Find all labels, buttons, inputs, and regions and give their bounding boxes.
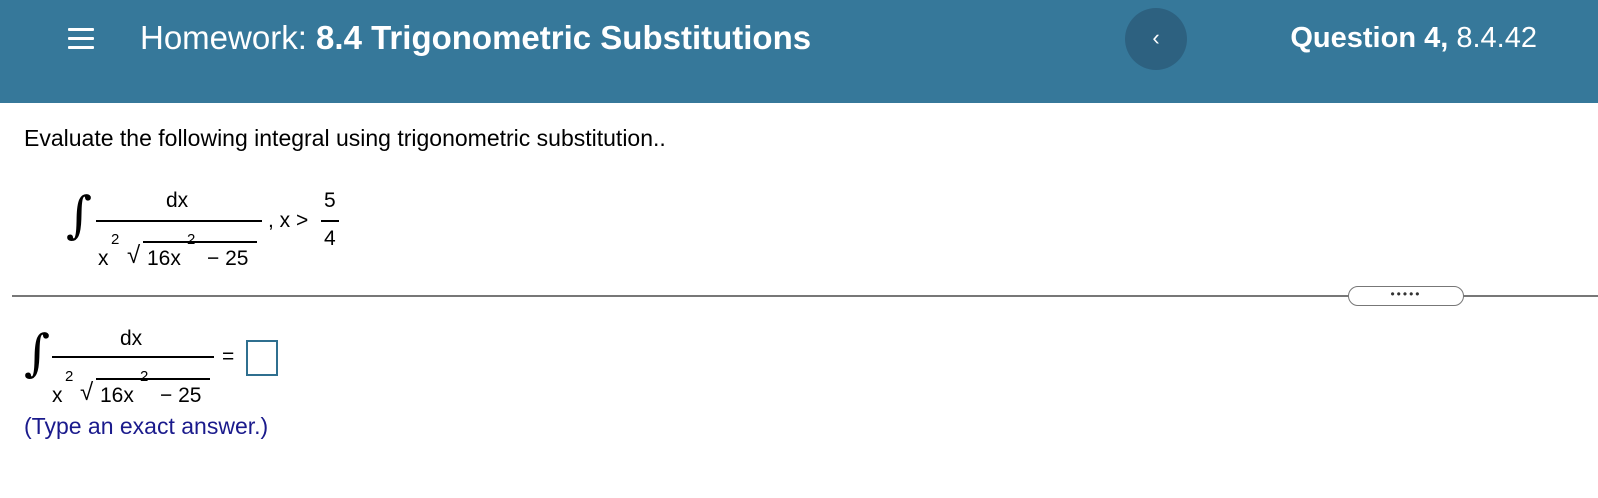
answer-equals-sign: = — [222, 345, 235, 368]
chevron-left-icon: ‹ — [1152, 25, 1160, 50]
problem-x-exponent: 2 — [111, 231, 120, 248]
answer-integral-sign: ∫ — [24, 324, 51, 382]
previous-question-button[interactable]: ‹ — [1125, 8, 1187, 70]
problem-radicand-term: 16x — [147, 247, 181, 270]
answer-x: x — [52, 384, 63, 407]
homework-prefix: Homework: — [140, 19, 307, 56]
problem-fraction-bar — [96, 220, 262, 222]
problem-radical-sign: √ — [127, 242, 141, 269]
answer-radical-bar — [96, 378, 210, 380]
answer-radical-sign: √ — [80, 379, 94, 406]
problem-radical-bar — [143, 241, 257, 243]
problem-bound-numerator: 5 — [324, 189, 336, 212]
question-number: Question 4, — [1290, 22, 1449, 54]
problem-condition: , x > — [268, 209, 309, 232]
answer-x-exponent: 2 — [65, 368, 74, 385]
homework-title: Homework: 8.4 Trigonometric Substitution… — [140, 18, 811, 58]
header-bar: Homework: 8.4 Trigonometric Substitution… — [0, 0, 1598, 103]
problem-bound-denominator: 4 — [324, 227, 336, 250]
answer-radicand-exponent: 2 — [140, 368, 149, 385]
answer-fraction-bar — [52, 356, 214, 358]
problem-radicand-exponent: 2 — [187, 231, 196, 248]
answer-numerator: dx — [120, 327, 143, 350]
problem-x: x — [98, 247, 109, 270]
question-id: 8.4.42 — [1456, 22, 1537, 54]
problem-integral-sign: ∫ — [66, 186, 93, 244]
homework-name: 8.4 Trigonometric Substitutions — [316, 19, 812, 56]
answer-radicand-constant: − 25 — [160, 384, 202, 407]
instructions-text: Evaluate the following integral using tr… — [24, 125, 666, 151]
problem-numerator: dx — [166, 189, 189, 212]
answer-hint: (Type an exact answer.) — [24, 413, 269, 439]
menu-icon[interactable] — [66, 24, 96, 52]
answer-input[interactable] — [246, 340, 278, 376]
question-indicator: Question 4, 8.4.42 — [1290, 20, 1537, 56]
answer-radicand-term: 16x — [100, 384, 134, 407]
expand-more-button[interactable]: ••••• — [1348, 286, 1464, 306]
problem-bound-fraction-bar — [321, 220, 339, 222]
problem-radicand-constant: − 25 — [207, 247, 249, 270]
